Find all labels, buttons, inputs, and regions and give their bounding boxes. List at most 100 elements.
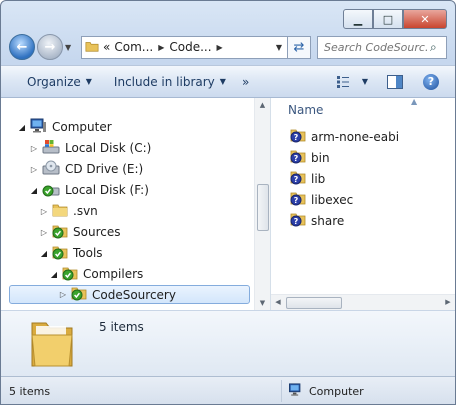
expand-icon[interactable]: ▷ [29, 144, 39, 153]
svg-text:?: ? [294, 175, 299, 184]
scroll-down-icon[interactable]: ▼ [255, 296, 270, 310]
column-header-name[interactable]: Name [288, 103, 323, 117]
tree-item-label: Compilers [83, 267, 144, 281]
tree-item-sources[interactable]: ▷ Sources [39, 222, 121, 242]
file-item-label: libexec [311, 192, 354, 207]
address-crumb-codesourcery[interactable]: Code... [169, 40, 211, 54]
include-in-library-label: Include in library [113, 74, 215, 89]
file-item-arm-none-eabi[interactable]: ? arm-none-eabi [290, 126, 399, 147]
toolbar-overflow-button[interactable]: » [234, 75, 257, 89]
chevron-down-icon: ▼ [219, 77, 226, 86]
folder-svn-ok-icon [71, 285, 87, 304]
scroll-up-icon[interactable]: ▲ [255, 98, 270, 112]
status-item-count: 5 items [9, 384, 51, 398]
search-box[interactable]: ⌕ [317, 35, 447, 59]
navigation-pane: ◢ Computer ▷ Local Disk (C:) ▷ CD Drive … [1, 98, 271, 310]
change-view-button[interactable] [331, 75, 359, 88]
file-item-bin[interactable]: ? bin [290, 147, 399, 168]
expand-icon[interactable]: ▷ [58, 290, 68, 299]
status-location: Computer [281, 380, 364, 402]
preview-pane-icon [387, 74, 403, 89]
expand-icon[interactable]: ▷ [29, 165, 39, 174]
tree-item-codesourcery[interactable]: ▷ CodeSourcery [9, 285, 250, 304]
address-crumb-computer[interactable]: Com... [114, 40, 153, 54]
file-item-label: bin [311, 150, 330, 165]
content-area: ◢ Computer ▷ Local Disk (C:) ▷ CD Drive … [1, 97, 455, 310]
address-overflow[interactable]: « [103, 40, 110, 54]
back-button[interactable]: ← [9, 34, 35, 60]
column-header: Name ▲ [271, 97, 455, 122]
tree-item-label: CD Drive (E:) [65, 162, 144, 176]
tree-item-svn[interactable]: ▷ .svn [39, 201, 98, 221]
expand-icon[interactable]: ◢ [17, 123, 27, 132]
status-location-label: Computer [309, 384, 364, 398]
folder-svn-unknown-icon: ? [290, 127, 306, 146]
status-bar: 5 items Computer [1, 376, 455, 404]
scroll-right-icon[interactable]: ▶ [441, 295, 455, 310]
chevron-right-icon[interactable]: ▶ [158, 43, 164, 52]
explorer-window: ▁ □ ✕ ← → ▼ « Com... ▶ Code... ▶ ▼ ⇄ ⌕ O… [0, 0, 456, 405]
tree-item-local-disk-f[interactable]: ◢ Local Disk (F:) [29, 180, 149, 200]
tree-item-cd-drive-e[interactable]: ▷ CD Drive (E:) [29, 159, 143, 179]
tree-item-computer[interactable]: ◢ Computer [17, 117, 112, 137]
scrollbar-thumb[interactable] [257, 184, 269, 231]
address-bar[interactable]: « Com... ▶ Code... ▶ ▼ [81, 35, 288, 59]
navigation-pane-scrollbar[interactable]: ▲ ▼ [254, 98, 270, 310]
cd-drive-icon [42, 160, 60, 179]
expand-icon[interactable]: ◢ [39, 249, 49, 258]
recent-pages-dropdown[interactable]: ▼ [65, 43, 77, 52]
tree-item-label: Local Disk (F:) [65, 183, 149, 197]
disk-svn-ok-icon [42, 181, 60, 200]
help-icon: ? [423, 73, 439, 90]
hard-disk-windows-icon [42, 139, 60, 158]
tree-item-label: Local Disk (C:) [65, 141, 152, 155]
tree-item-label: Tools [73, 246, 103, 260]
file-list: ? arm-none-eabi ? bin ? lib ? libexec ? … [290, 126, 399, 231]
minimize-button[interactable]: ▁ [343, 9, 373, 29]
expand-icon[interactable]: ▷ [39, 207, 49, 216]
include-in-library-button[interactable]: Include in library ▼ [100, 75, 234, 89]
svg-text:?: ? [294, 196, 299, 205]
tree-item-local-disk-c[interactable]: ▷ Local Disk (C:) [29, 138, 151, 158]
expand-icon[interactable]: ▷ [39, 228, 49, 237]
computer-icon [30, 118, 47, 137]
address-dropdown-icon[interactable]: ▼ [276, 43, 282, 52]
folder-svn-unknown-icon: ? [290, 211, 306, 230]
file-list-horizontal-scrollbar[interactable]: ◀ ▶ [271, 294, 455, 310]
view-details-icon [337, 75, 349, 88]
refresh-button[interactable]: ⇄ [288, 35, 311, 59]
file-item-share[interactable]: ? share [290, 210, 399, 231]
view-dropdown-icon[interactable]: ▼ [359, 77, 371, 86]
details-item-count: 5 items [99, 320, 144, 334]
svg-text:?: ? [294, 133, 299, 142]
close-button[interactable]: ✕ [403, 9, 447, 29]
folder-svn-unknown-icon: ? [290, 190, 306, 209]
maximize-button[interactable]: □ [373, 9, 403, 29]
chevron-right-icon[interactable]: ▶ [217, 43, 223, 52]
tree-item-compilers[interactable]: ◢ Compilers [49, 264, 143, 284]
file-list-pane: Name ▲ ? arm-none-eabi ? bin ? lib ? lib… [271, 97, 455, 310]
help-button[interactable]: ? [417, 73, 445, 90]
forward-button[interactable]: → [37, 34, 63, 60]
expand-icon[interactable]: ◢ [29, 186, 39, 195]
folder-large-icon [28, 315, 76, 374]
search-icon[interactable]: ⌕ [430, 40, 446, 55]
file-item-label: share [311, 213, 345, 228]
scroll-left-icon[interactable]: ◀ [271, 295, 285, 310]
file-item-libexec[interactable]: ? libexec [290, 189, 399, 210]
expand-icon[interactable]: ◢ [49, 270, 59, 279]
refresh-icon: ⇄ [293, 39, 305, 55]
scrollbar-thumb[interactable] [286, 297, 342, 309]
search-input[interactable] [318, 39, 430, 55]
tree-item-label: Computer [52, 120, 112, 134]
details-pane: 5 items [1, 310, 455, 377]
file-item-lib[interactable]: ? lib [290, 168, 399, 189]
tree-item-tools[interactable]: ◢ Tools [39, 243, 103, 263]
folder-svn-ok-icon [52, 223, 68, 242]
folder-svn-unknown-icon: ? [290, 169, 306, 188]
file-item-label: arm-none-eabi [311, 129, 400, 144]
folder-tree: ◢ Computer ▷ Local Disk (C:) ▷ CD Drive … [1, 98, 254, 310]
organize-button[interactable]: Organize ▼ [1, 75, 100, 89]
preview-pane-button[interactable] [381, 74, 409, 89]
caption-controls: ▁ □ ✕ [343, 9, 447, 29]
